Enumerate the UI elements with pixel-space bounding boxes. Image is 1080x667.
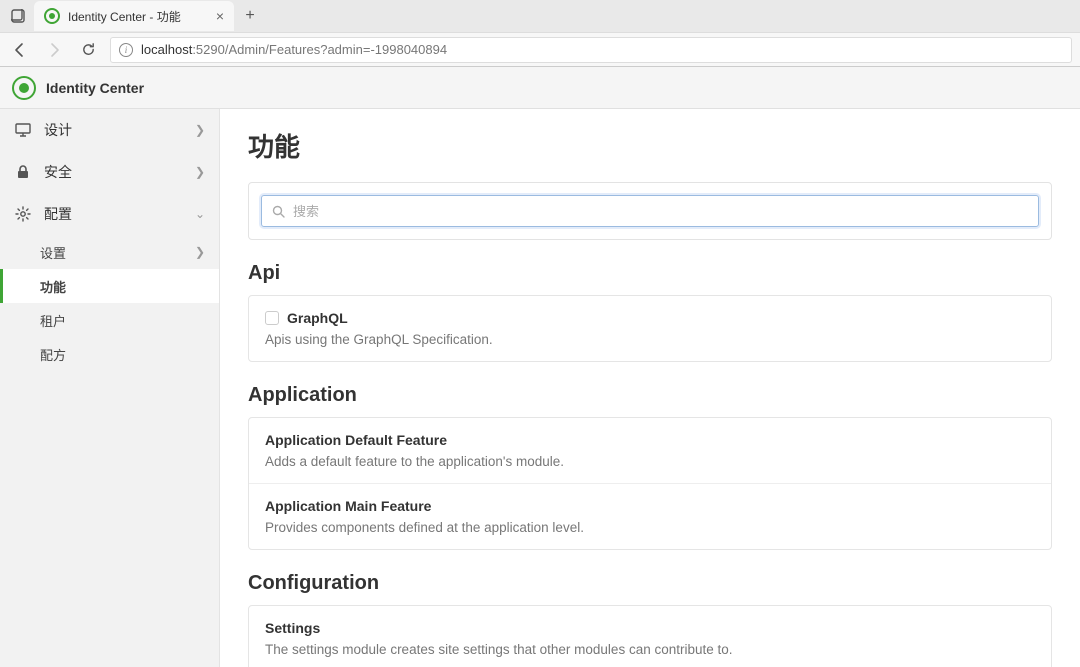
sidebar-item-design[interactable]: 设计 ❯ xyxy=(0,109,219,151)
sidebar-item-label: 配置 xyxy=(44,204,72,224)
section-title-configuration: Configuration xyxy=(248,572,1052,595)
section-configuration: Settings The settings module creates sit… xyxy=(248,605,1052,667)
url-text: localhost:5290/Admin/Features?admin=-199… xyxy=(141,42,447,57)
page-title: 功能 xyxy=(248,127,1052,164)
browser-tab-active[interactable]: Identity Center - 功能 × xyxy=(34,1,234,31)
feature-desc: The settings module creates site setting… xyxy=(265,642,1035,657)
sidebar-item-label: 设计 xyxy=(44,120,72,140)
sidebar-sub-settings[interactable]: 设置 ❯ xyxy=(0,235,219,269)
section-application: Application Default Feature Adds a defau… xyxy=(248,417,1052,550)
monitor-icon xyxy=(14,122,32,138)
forward-button[interactable] xyxy=(42,38,66,62)
sidebar-sub-tenants[interactable]: 租户 xyxy=(0,303,219,337)
sidebar-sub-features[interactable]: 功能 xyxy=(0,269,219,303)
feature-row: GraphQL Apis using the GraphQL Specifica… xyxy=(249,296,1051,361)
browser-tabbar: Identity Center - 功能 × + xyxy=(0,0,1080,32)
feature-name: GraphQL xyxy=(287,310,348,326)
app-header: Identity Center xyxy=(0,67,1080,109)
chevron-down-icon: ⌄ xyxy=(195,207,205,221)
brand-title: Identity Center xyxy=(46,80,144,96)
feature-desc: Adds a default feature to the applicatio… xyxy=(265,454,1035,469)
feature-checkbox[interactable] xyxy=(265,311,279,325)
sidebar-item-security[interactable]: 安全 ❯ xyxy=(0,151,219,193)
site-info-icon[interactable]: i xyxy=(119,43,133,57)
lock-icon xyxy=(14,164,32,180)
main-content: 功能 Api GraphQL Apis using the GraphQL Sp… xyxy=(220,109,1080,667)
close-icon[interactable]: × xyxy=(216,8,224,24)
feature-desc: Provides components defined at the appli… xyxy=(265,520,1035,535)
sidebar-item-label: 安全 xyxy=(44,162,72,182)
app-body: 设计 ❯ 安全 ❯ 配置 ⌄ 设置 ❯ 功能 租户 配方 xyxy=(0,109,1080,667)
section-title-api: Api xyxy=(248,262,1052,285)
tab-overview-button[interactable] xyxy=(4,3,32,29)
chevron-right-icon: ❯ xyxy=(195,123,205,137)
brand-icon xyxy=(12,76,36,100)
search-box[interactable] xyxy=(261,195,1039,227)
sidebar: 设计 ❯ 安全 ❯ 配置 ⌄ 设置 ❯ 功能 租户 配方 xyxy=(0,109,220,667)
feature-row: Application Default Feature Adds a defau… xyxy=(249,418,1051,483)
feature-desc: Apis using the GraphQL Specification. xyxy=(265,332,1035,347)
sidebar-sub-label: 功能 xyxy=(40,277,66,296)
section-title-application: Application xyxy=(248,384,1052,407)
feature-name: Settings xyxy=(265,620,320,636)
feature-name: Application Default Feature xyxy=(265,432,447,448)
sidebar-sub-label: 配方 xyxy=(40,345,66,364)
reload-button[interactable] xyxy=(76,38,100,62)
tab-favicon xyxy=(44,8,60,24)
chevron-right-icon: ❯ xyxy=(195,245,219,259)
sidebar-sub-label: 租户 xyxy=(40,311,66,330)
tab-title: Identity Center - 功能 xyxy=(68,8,208,25)
feature-row: Application Main Feature Provides compon… xyxy=(249,483,1051,549)
search-container xyxy=(248,182,1052,240)
chevron-right-icon: ❯ xyxy=(195,165,205,179)
gear-icon xyxy=(14,206,32,222)
sidebar-sub-label: 设置 xyxy=(40,243,66,262)
feature-name: Application Main Feature xyxy=(265,498,431,514)
browser-chrome: Identity Center - 功能 × + i localhost:529… xyxy=(0,0,1080,67)
address-bar[interactable]: i localhost:5290/Admin/Features?admin=-1… xyxy=(110,37,1072,63)
back-button[interactable] xyxy=(8,38,32,62)
new-tab-button[interactable]: + xyxy=(236,2,264,30)
section-api: GraphQL Apis using the GraphQL Specifica… xyxy=(248,295,1052,362)
sidebar-sub-recipes[interactable]: 配方 xyxy=(0,337,219,371)
search-input[interactable] xyxy=(293,204,1028,219)
feature-row: Settings The settings module creates sit… xyxy=(249,606,1051,667)
search-icon xyxy=(272,205,285,218)
browser-toolbar: i localhost:5290/Admin/Features?admin=-1… xyxy=(0,32,1080,66)
sidebar-item-config[interactable]: 配置 ⌄ xyxy=(0,193,219,235)
